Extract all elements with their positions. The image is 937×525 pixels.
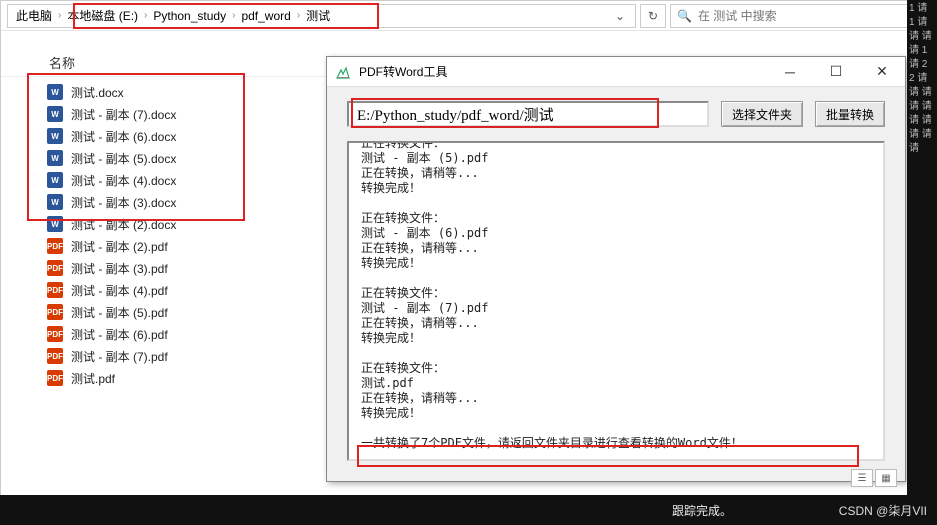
- titlebar[interactable]: PDF转Word工具 ─ ☐ ✕: [327, 57, 905, 87]
- bottom-bar: 跟踪完成。: [0, 495, 937, 525]
- breadcrumb-part[interactable]: 此电脑: [12, 6, 56, 25]
- file-name: 测试 - 副本 (4).docx: [71, 172, 176, 189]
- maximize-icon: ☐: [830, 63, 843, 80]
- file-name: 测试 - 副本 (7).docx: [71, 106, 176, 123]
- minimize-button[interactable]: ─: [767, 57, 813, 87]
- search-placeholder: 在 测试 中搜索: [698, 7, 777, 24]
- breadcrumb-part[interactable]: 本地磁盘 (E:): [63, 6, 142, 25]
- select-folder-button[interactable]: 选择文件夹: [721, 101, 803, 127]
- pdf-file-icon: PDF: [47, 348, 63, 364]
- window-title: PDF转Word工具: [359, 63, 767, 80]
- close-icon: ✕: [876, 63, 888, 80]
- breadcrumb-part[interactable]: 测试: [302, 6, 334, 25]
- tool-body: 选择文件夹 批量转换 正在转换文件： 测试 - 副本 (5).pdf 正在转换，…: [327, 87, 905, 475]
- docx-file-icon: W: [47, 128, 63, 144]
- file-name: 测试.docx: [71, 84, 124, 101]
- file-name: 测试 - 副本 (3).pdf: [71, 260, 168, 277]
- file-name: 测试 - 副本 (5).pdf: [71, 304, 168, 321]
- breadcrumb-part[interactable]: pdf_word: [237, 8, 294, 24]
- view-mode-toggle: ☰ ▦: [851, 469, 897, 487]
- pdf-file-icon: PDF: [47, 326, 63, 342]
- docx-file-icon: W: [47, 106, 63, 122]
- breadcrumb[interactable]: 此电脑 › 本地磁盘 (E:) › Python_study › pdf_wor…: [7, 4, 636, 28]
- pdf-file-icon: PDF: [47, 370, 63, 386]
- file-name: 测试 - 副本 (2).pdf: [71, 238, 168, 255]
- file-name: 测试 - 副本 (5).docx: [71, 150, 176, 167]
- path-row: 选择文件夹 批量转换: [347, 101, 885, 127]
- close-button[interactable]: ✕: [859, 57, 905, 87]
- address-bar: 此电脑 › 本地磁盘 (E:) › Python_study › pdf_wor…: [1, 1, 936, 31]
- docx-file-icon: W: [47, 150, 63, 166]
- file-name: 测试 - 副本 (2).docx: [71, 216, 176, 233]
- search-icon: 🔍: [677, 9, 692, 23]
- refresh-button[interactable]: ↻: [640, 4, 666, 28]
- refresh-icon: ↻: [648, 9, 658, 23]
- chevron-right-icon: ›: [230, 10, 237, 21]
- file-name: 测试 - 副本 (6).pdf: [71, 326, 168, 343]
- file-name: 测试 - 副本 (7).pdf: [71, 348, 168, 365]
- file-name: 测试 - 副本 (3).docx: [71, 194, 176, 211]
- view-details-button[interactable]: ☰: [851, 469, 873, 487]
- chevron-right-icon: ›: [142, 10, 149, 21]
- app-icon: [335, 64, 351, 80]
- pdf-tool-window: PDF转Word工具 ─ ☐ ✕ 选择文件夹 批量转换 正在转换文件： 测试 -…: [326, 56, 906, 482]
- pdf-file-icon: PDF: [47, 238, 63, 254]
- docx-file-icon: W: [47, 172, 63, 188]
- chevron-right-icon: ›: [295, 10, 302, 21]
- docx-file-icon: W: [47, 216, 63, 232]
- view-icons-button[interactable]: ▦: [875, 469, 897, 487]
- docx-file-icon: W: [47, 194, 63, 210]
- maximize-button[interactable]: ☐: [813, 57, 859, 87]
- chevron-down-icon[interactable]: ⌄: [609, 9, 631, 23]
- watermark: CSDN @柒月VII: [839, 502, 927, 519]
- search-input[interactable]: 🔍 在 测试 中搜索: [670, 4, 930, 28]
- pdf-file-icon: PDF: [47, 282, 63, 298]
- pdf-file-icon: PDF: [47, 260, 63, 276]
- file-name: 测试 - 副本 (6).docx: [71, 128, 176, 145]
- minimize-icon: ─: [785, 64, 795, 80]
- folder-path-input[interactable]: [347, 101, 709, 127]
- pdf-file-icon: PDF: [47, 304, 63, 320]
- log-output[interactable]: 正在转换文件： 测试 - 副本 (5).pdf 正在转换，请稍等... 转换完成…: [347, 141, 885, 461]
- breadcrumb-part[interactable]: Python_study: [149, 8, 230, 24]
- file-name: 测试 - 副本 (4).pdf: [71, 282, 168, 299]
- file-name: 测试.pdf: [71, 370, 115, 387]
- docx-file-icon: W: [47, 84, 63, 100]
- background-terminal: 1 请 1 请 请 请 请 1 请 2 2 请 请 请 请 请 请 请 请 请 …: [907, 0, 937, 495]
- batch-convert-button[interactable]: 批量转换: [815, 101, 885, 127]
- chevron-right-icon: ›: [56, 10, 63, 21]
- status-text: 跟踪完成。: [672, 502, 732, 519]
